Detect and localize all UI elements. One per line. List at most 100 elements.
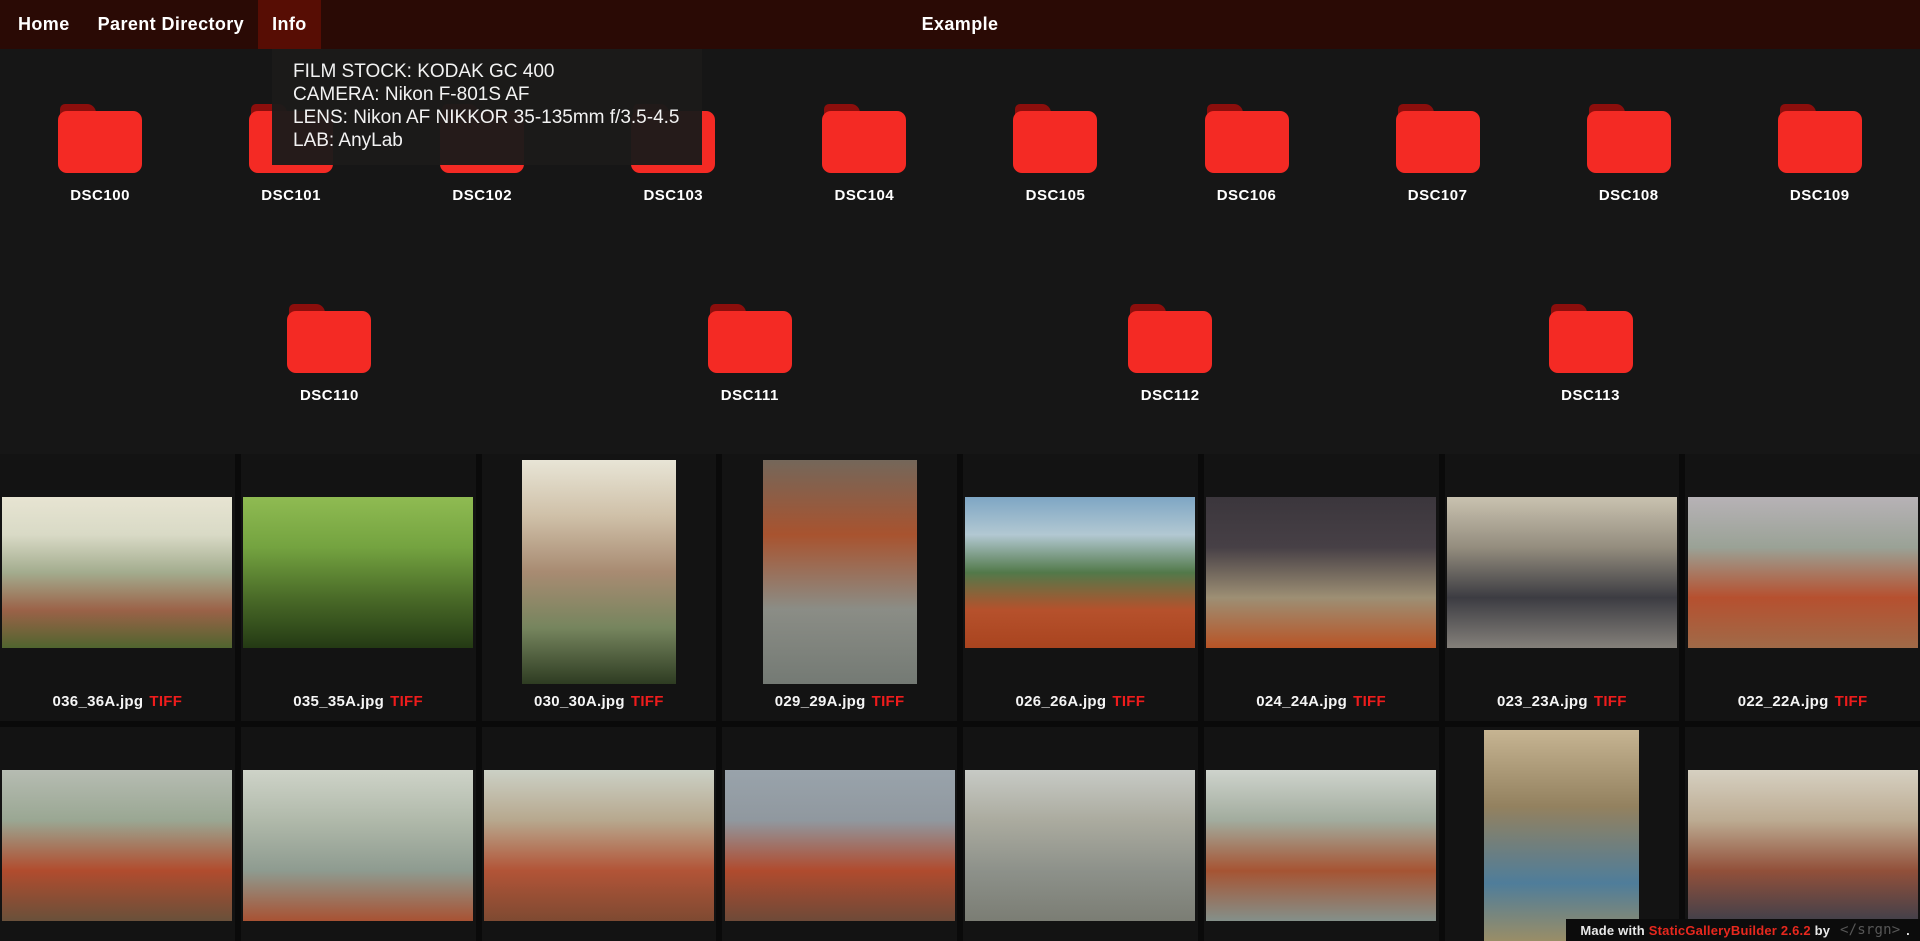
gallery-thumbnail[interactable] [483, 769, 714, 921]
thumbnail-label: 029_29A.jpg TIFF [722, 690, 957, 721]
folder-item-dsc106[interactable]: DSC106 [1156, 104, 1338, 208]
file-name-link[interactable]: 036_36A.jpg [53, 693, 144, 710]
gallery-thumbnail[interactable] [1446, 496, 1677, 648]
folder-body-shape [1013, 111, 1098, 173]
folder-item-dsc104[interactable]: DSC104 [773, 104, 955, 208]
folder-label: DSC107 [1407, 187, 1468, 204]
static-gallery-builder-link[interactable]: StaticGalleryBuilder 2.6.2 [1649, 923, 1811, 938]
folder-icon [822, 104, 907, 173]
folder-body-shape [822, 111, 907, 173]
tiff-link[interactable]: TIFF [872, 693, 905, 710]
gallery-thumbnail[interactable] [965, 496, 1196, 648]
nav-item-parent-directory[interactable]: Parent Directory [84, 0, 258, 49]
folder-icon [1586, 104, 1671, 173]
info-line-lens: LENS: Nikon AF NIKKOR 35-135mm f/3.5-4.5 [293, 107, 680, 128]
folder-label: DSC101 [261, 187, 321, 204]
folder-label: DSC111 [720, 387, 779, 404]
folder-item-dsc111[interactable]: DSC111 [659, 304, 841, 408]
info-line-film-stock: FILM STOCK: KODAK GC 400 [293, 61, 555, 82]
gallery-thumbnail[interactable] [2, 496, 233, 648]
folder-body-shape [1777, 111, 1862, 173]
thumbnail-area [1445, 727, 1680, 941]
thumbnail-area [482, 727, 717, 941]
gallery-cell: 030_30A.jpg TIFF [481, 454, 717, 721]
gallery-cell [240, 727, 476, 941]
folder-label: DSC105 [1025, 187, 1086, 204]
thumbnail-area [1685, 454, 1920, 690]
thumbnail-area [482, 454, 717, 690]
folder-label: DSC106 [1216, 187, 1277, 204]
folder-item-dsc109[interactable]: DSC109 [1729, 104, 1911, 208]
folder-body-shape [1586, 111, 1671, 173]
thumbnail-area [0, 727, 235, 941]
gallery-thumbnail[interactable] [243, 769, 474, 921]
gallery-cell: 022_22A.jpg TIFF [1685, 454, 1920, 721]
thumbnail-area [963, 454, 1198, 690]
gallery-thumbnail[interactable] [762, 460, 917, 684]
gallery-thumbnail[interactable] [965, 769, 1196, 921]
file-name-link[interactable]: 026_26A.jpg [1016, 693, 1107, 710]
gallery-thumbnail[interactable] [1484, 730, 1640, 941]
srgn-logo[interactable]: </srgn> [1840, 922, 1900, 938]
gallery-cell [1685, 727, 1920, 941]
tiff-link[interactable]: TIFF [1353, 693, 1386, 710]
file-name-link[interactable]: 022_22A.jpg [1738, 693, 1829, 710]
gallery-thumbnail[interactable] [2, 769, 233, 921]
thumbnail-area [241, 727, 476, 941]
credit-by: by [1810, 922, 1834, 938]
thumbnail-label: 022_22A.jpg TIFF [1685, 690, 1920, 721]
file-name-link[interactable]: 030_30A.jpg [534, 693, 625, 710]
info-line-camera: CAMERA: Nikon F-801S AF [293, 84, 530, 105]
folder-item-dsc107[interactable]: DSC107 [1347, 104, 1529, 208]
credit-suffix: . [1902, 922, 1910, 938]
folder-label: DSC100 [70, 187, 130, 204]
gallery-cell: 026_26A.jpg TIFF [963, 454, 1198, 721]
gallery-thumbnail[interactable] [521, 460, 676, 684]
folder-icon [1395, 104, 1480, 173]
thumbnail-area [963, 727, 1198, 941]
gallery-thumbnail[interactable] [243, 496, 474, 648]
gallery-thumbnail[interactable] [1687, 496, 1918, 648]
file-name-link[interactable]: 029_29A.jpg [775, 693, 866, 710]
gallery-thumbnail[interactable] [1206, 496, 1437, 648]
credit-prefix: Made with [1580, 922, 1649, 938]
tiff-link[interactable]: TIFF [1112, 693, 1145, 710]
file-name-link[interactable]: 035_35A.jpg [293, 693, 384, 710]
folder-item-dsc112[interactable]: DSC112 [1079, 304, 1261, 408]
tiff-link[interactable]: TIFF [631, 693, 664, 710]
file-name-link[interactable]: 023_23A.jpg [1497, 693, 1588, 710]
folder-body-shape [707, 311, 792, 373]
folder-icon [58, 104, 143, 173]
gallery-cell: 035_35A.jpg TIFF [240, 454, 476, 721]
folder-item-dsc105[interactable]: DSC105 [964, 104, 1146, 208]
gallery-thumbnail[interactable] [1206, 769, 1437, 921]
tiff-link[interactable]: TIFF [1594, 693, 1627, 710]
folder-item-dsc108[interactable]: DSC108 [1538, 104, 1720, 208]
gallery-cell [1444, 727, 1680, 941]
folder-label: DSC109 [1789, 187, 1850, 204]
thumbnail-label: 026_26A.jpg TIFF [963, 690, 1198, 721]
folder-icon [1013, 104, 1098, 173]
nav-item-home[interactable]: Home [4, 0, 84, 49]
folder-label: DSC112 [1140, 387, 1200, 404]
nav-item-info[interactable]: Info [258, 0, 321, 49]
gallery-thumbnail[interactable] [724, 769, 955, 921]
gallery-cell [0, 727, 235, 941]
folder-item-dsc100[interactable]: DSC100 [9, 104, 191, 208]
file-name-link[interactable]: 024_24A.jpg [1256, 693, 1347, 710]
folder-icon [287, 304, 372, 373]
folder-icon [1777, 104, 1862, 173]
tiff-link[interactable]: TIFF [1835, 693, 1868, 710]
folder-icon [1204, 104, 1289, 173]
folder-label: DSC110 [299, 387, 359, 404]
gallery-thumbnail[interactable] [1687, 769, 1918, 921]
gallery-cell: 029_29A.jpg TIFF [722, 454, 957, 721]
tiff-link[interactable]: TIFF [149, 693, 182, 710]
folder-item-dsc113[interactable]: DSC113 [1500, 304, 1682, 408]
thumbnail-label: 030_30A.jpg TIFF [482, 690, 717, 721]
gallery-cell [481, 727, 717, 941]
thumbnail-area [1685, 727, 1920, 941]
info-line-lab: LAB: AnyLab [293, 130, 403, 151]
folder-item-dsc110[interactable]: DSC110 [238, 304, 420, 408]
tiff-link[interactable]: TIFF [390, 693, 423, 710]
